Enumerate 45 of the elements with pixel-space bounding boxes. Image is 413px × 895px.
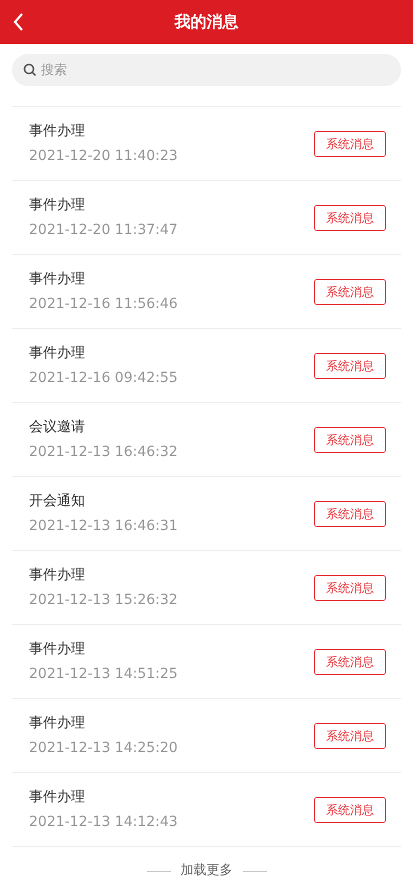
page-title: 我的消息: [174, 11, 238, 33]
message-item[interactable]: 事件办理 2021-12-20 11:37:47 系统消息: [12, 181, 401, 255]
message-time: 2021-12-13 16:46:31: [29, 517, 178, 535]
message-item[interactable]: 事件办理 2021-12-13 14:12:43 系统消息: [12, 773, 401, 847]
message-title: 事件办理: [29, 196, 86, 214]
message-time: 2021-12-13 14:25:20: [29, 739, 178, 757]
message-time: 2021-12-13 14:51:25: [29, 665, 178, 683]
message-type-tag: 系统消息: [314, 278, 386, 304]
message-item[interactable]: 事件办理 2021-12-13 15:26:32 系统消息: [12, 551, 401, 625]
search-field[interactable]: 搜索: [12, 54, 401, 86]
message-title: 事件办理: [29, 566, 86, 584]
message-title: 事件办理: [29, 122, 86, 140]
message-time: 2021-12-20 11:37:47: [29, 221, 178, 239]
message-type-tag: 系统消息: [314, 500, 386, 526]
message-type-tag: 系统消息: [314, 204, 386, 230]
message-type-tag: 系统消息: [314, 130, 386, 156]
message-time: 2021-12-20 11:40:23: [29, 147, 178, 165]
message-item[interactable]: 事件办理 2021-12-13 14:51:25 系统消息: [12, 625, 401, 699]
message-time: 2021-12-13 15:26:32: [29, 591, 178, 609]
message-item[interactable]: 开会通知 2021-12-13 16:46:31 系统消息: [12, 477, 401, 551]
search-icon: [23, 63, 37, 77]
message-type-tag: 系统消息: [314, 722, 386, 748]
message-title: 事件办理: [29, 640, 86, 658]
message-type-tag: 系统消息: [314, 426, 386, 452]
load-more-button[interactable]: 加载更多: [180, 861, 232, 881]
message-item[interactable]: 事件办理 2021-12-13 14:25:20 系统消息: [12, 699, 401, 773]
message-title: 事件办理: [29, 788, 86, 806]
message-title: 开会通知: [29, 492, 86, 510]
message-item[interactable]: 事件办理 2021-12-20 11:40:23 系统消息: [12, 107, 401, 181]
message-time: 2021-12-16 09:42:55: [29, 369, 178, 387]
message-item[interactable]: 会议邀请 2021-12-13 16:46:32 系统消息: [12, 403, 401, 477]
message-title: 会议邀请: [29, 418, 86, 436]
back-icon[interactable]: [12, 12, 24, 32]
message-type-tag: 系统消息: [314, 574, 386, 600]
message-type-tag: 系统消息: [314, 796, 386, 822]
message-item[interactable]: 事件办理 2021-12-16 11:56:46 系统消息: [12, 255, 401, 329]
message-type-tag: 系统消息: [314, 352, 386, 378]
message-title: 事件办理: [29, 714, 86, 732]
message-type-tag: 系统消息: [314, 648, 386, 674]
message-time: 2021-12-13 14:12:43: [29, 813, 178, 831]
message-title: 事件办理: [29, 270, 86, 288]
message-time: 2021-12-16 11:56:46: [29, 295, 178, 313]
message-title: 事件办理: [29, 344, 86, 362]
message-item[interactable]: 事件办理 2021-12-16 09:42:55 系统消息: [12, 329, 401, 403]
message-time: 2021-12-13 16:46:32: [29, 443, 178, 461]
